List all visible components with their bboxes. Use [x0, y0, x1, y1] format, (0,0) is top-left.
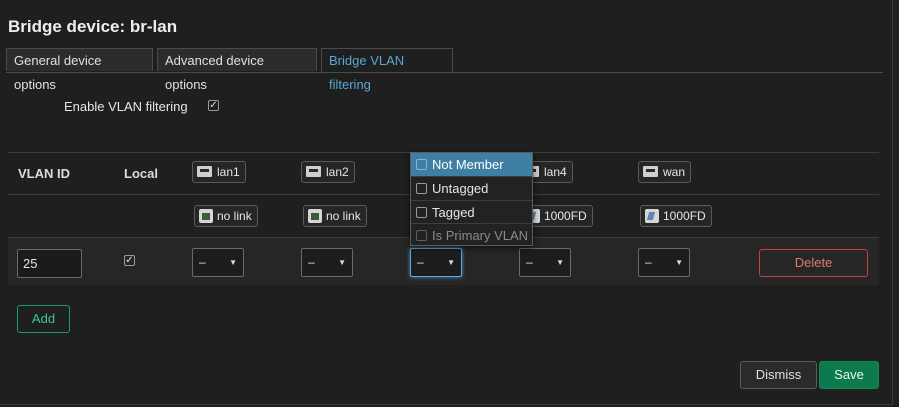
port-select-lan2[interactable]: – ▼ [301, 248, 353, 277]
port-status: no link [326, 209, 361, 223]
enable-vlan-filtering-checkbox[interactable]: ✓ [208, 100, 219, 111]
chevron-down-icon: ▼ [556, 258, 564, 267]
option-label: Not Member [432, 157, 504, 172]
chevron-down-icon: ▼ [338, 258, 346, 267]
port-status-wan: 1000FD [640, 205, 712, 227]
port-select-wan[interactable]: – ▼ [638, 248, 690, 277]
dialog-title: Bridge device: br-lan [8, 17, 178, 36]
port-header-lan1: lan1 [192, 161, 246, 183]
select-value: – [526, 255, 533, 269]
port-name: wan [663, 165, 686, 179]
link-status-icon [308, 209, 322, 223]
tab-advanced-device-options[interactable]: Advanced device options [157, 48, 317, 92]
option-checkbox [416, 159, 427, 170]
add-button[interactable]: Add [17, 305, 70, 333]
port-status-lan2: no link [303, 205, 367, 227]
port-select-lan1[interactable]: – ▼ [192, 248, 244, 277]
vlan-id-input[interactable]: 25 [17, 249, 82, 278]
port-name: lan4 [544, 165, 567, 179]
link-status-icon [199, 209, 213, 223]
port-name: lan1 [217, 165, 240, 179]
tab-bridge-vlan-filtering[interactable]: Bridge VLAN filtering [321, 48, 453, 92]
option-label: Tagged [432, 205, 475, 220]
delete-button[interactable]: Delete [759, 249, 868, 277]
option-checkbox [416, 207, 427, 218]
tab-divider [6, 72, 883, 73]
ethernet-port-icon [643, 166, 658, 177]
select-value: – [645, 255, 652, 269]
local-checkbox[interactable]: ✓ [124, 255, 135, 266]
ethernet-port-icon [197, 166, 212, 177]
port-status: no link [217, 209, 252, 223]
tab-general-device-options[interactable]: General device options [6, 48, 153, 92]
port-select-lan3[interactable]: – ▼ [410, 248, 462, 277]
option-label: Untagged [432, 181, 489, 196]
select-value: – [417, 255, 424, 269]
select-value: – [308, 255, 315, 269]
option-not-member[interactable]: Not Member [411, 153, 532, 176]
ethernet-port-icon [306, 166, 321, 177]
port-membership-dropdown: Not Member Untagged Tagged Is Primary VL… [410, 152, 533, 246]
option-untagged[interactable]: Untagged [411, 176, 532, 199]
option-label: Is Primary VLAN [432, 228, 529, 243]
link-status-icon [645, 209, 659, 223]
option-is-primary-vlan: Is Primary VLAN [411, 223, 532, 246]
port-status-lan1: no link [194, 205, 258, 227]
chevron-down-icon: ▼ [447, 258, 455, 267]
modal-dialog: Bridge device: br-lan General device opt… [0, 0, 893, 405]
column-header-vlan-id: VLAN ID [18, 166, 70, 181]
port-header-wan: wan [638, 161, 692, 183]
option-tagged[interactable]: Tagged [411, 200, 532, 223]
select-value: – [199, 255, 206, 269]
port-select-lan4[interactable]: – ▼ [519, 248, 571, 277]
dismiss-button[interactable]: Dismiss [740, 361, 817, 389]
column-header-local: Local [124, 166, 158, 181]
option-checkbox [416, 230, 427, 241]
enable-vlan-filtering-label: Enable VLAN filtering [64, 99, 188, 114]
port-header-lan2: lan2 [301, 161, 355, 183]
port-status: 1000FD [663, 209, 706, 223]
save-button[interactable]: Save [819, 361, 879, 389]
option-checkbox [416, 183, 427, 194]
port-name: lan2 [326, 165, 349, 179]
chevron-down-icon: ▼ [675, 258, 683, 267]
port-status: 1000FD [544, 209, 587, 223]
chevron-down-icon: ▼ [229, 258, 237, 267]
